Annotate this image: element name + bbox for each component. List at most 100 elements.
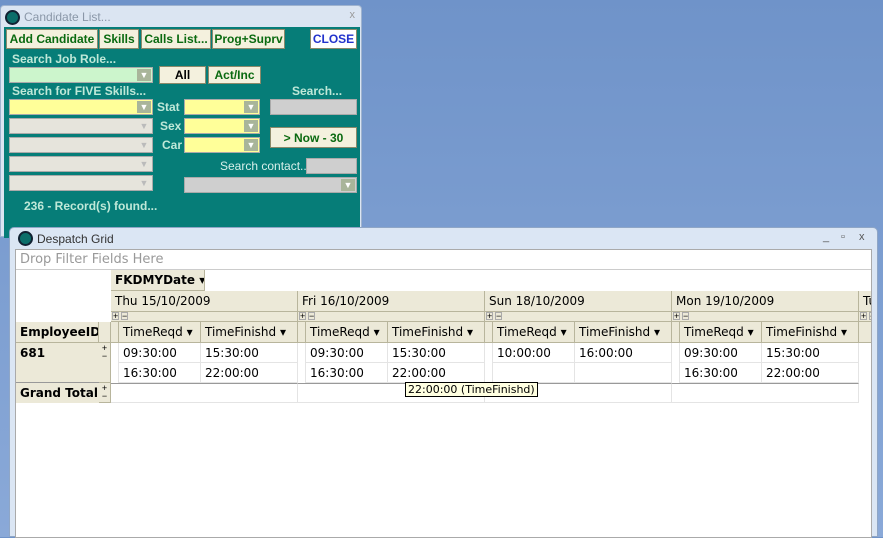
measure-header[interactable]: TimeFinishd ▾	[575, 322, 672, 343]
data-cell[interactable]: 15:30:00	[201, 343, 298, 363]
row-expand-collapse[interactable]: + −	[99, 343, 111, 383]
header-spacer	[99, 322, 111, 343]
chevron-down-icon: ▼	[137, 158, 151, 170]
car-combo[interactable]: ▼	[184, 137, 260, 153]
window-title: Candidate List...	[5, 8, 111, 26]
date-header: Mon 19/10/2009	[672, 291, 859, 312]
spacer	[298, 322, 306, 343]
add-candidate-button[interactable]: Add Candidate	[6, 29, 98, 49]
measure-header	[859, 322, 871, 343]
title-text: Candidate List...	[24, 10, 111, 24]
grand-total-label: Grand Total	[16, 383, 99, 403]
column-field-fkdmydate[interactable]: FKDMYDate ▾	[111, 270, 205, 291]
data-cell[interactable]: 09:30:00	[119, 343, 201, 363]
skills-button[interactable]: Skills	[99, 29, 139, 49]
sex-combo[interactable]: ▼	[184, 118, 260, 134]
car-label: Car	[162, 138, 183, 152]
data-cell[interactable]: 10:00:00	[493, 343, 575, 363]
spacer	[485, 322, 493, 343]
spacer	[298, 343, 306, 383]
candidate-form: Add Candidate Skills Calls List... Prog+…	[4, 27, 360, 238]
data-cell[interactable]: 22:00:00	[762, 363, 859, 383]
grand-total-cell	[672, 383, 859, 403]
five-skills-label: Search for FIVE Skills...	[12, 84, 147, 98]
skill-combo-4[interactable]: ▼	[9, 156, 153, 172]
app-logo-icon	[5, 9, 20, 25]
measure-header[interactable]: TimeReqd ▾	[680, 322, 762, 343]
date-header: Tu	[859, 291, 871, 312]
data-cell[interactable]: 09:30:00	[306, 343, 388, 363]
search-label: Search...	[292, 84, 343, 98]
date-header: Thu 15/10/2009	[111, 291, 298, 312]
spacer	[672, 322, 680, 343]
search-input[interactable]	[270, 99, 357, 115]
job-role-combo[interactable]: ▼	[9, 67, 153, 83]
row-label-681: 681	[16, 343, 99, 383]
candidate-list-window: Candidate List... x Add Candidate Skills…	[0, 5, 362, 238]
skill-combo-5[interactable]: ▼	[9, 175, 153, 191]
spacer	[485, 343, 493, 383]
data-cell[interactable]: 15:30:00	[388, 343, 485, 363]
skill-combo-3[interactable]: ▼	[9, 137, 153, 153]
measure-header[interactable]: TimeReqd ▾	[493, 322, 575, 343]
grand-total-cell	[111, 383, 298, 403]
stat-combo[interactable]: ▼	[184, 99, 260, 115]
chevron-down-icon: ▼	[137, 177, 151, 189]
close-icon[interactable]: x	[350, 9, 356, 21]
maximize-button[interactable]: ▫	[841, 231, 845, 243]
chevron-down-icon: ▼	[137, 101, 151, 113]
contact-combo[interactable]: ▼	[184, 177, 357, 193]
minimize-button[interactable]: _	[823, 231, 829, 243]
prog-suprv-button[interactable]: Prog+Suprv	[212, 29, 285, 49]
data-cell[interactable]: 16:30:00	[680, 363, 762, 383]
date-expand-collapse[interactable]: +−	[485, 312, 672, 322]
job-role-label: Search Job Role...	[12, 52, 117, 66]
filter-drop-zone[interactable]: Drop Filter Fields Here	[16, 250, 871, 270]
data-cell[interactable]: 22:00:00	[201, 363, 298, 383]
measure-header[interactable]: TimeFinishd ▾	[762, 322, 859, 343]
data-cell[interactable]: 22:00:00	[388, 363, 485, 383]
window-title: Despatch Grid	[18, 231, 114, 246]
date-header: Fri 16/10/2009	[298, 291, 485, 312]
chevron-down-icon: ▼	[137, 69, 151, 81]
date-expand-collapse[interactable]: +−	[111, 312, 298, 322]
data-cell[interactable]: 16:00:00	[575, 343, 672, 363]
grand-total-expand-collapse[interactable]: + −	[99, 383, 111, 403]
skill-combo-2[interactable]: ▼	[9, 118, 153, 134]
data-cell[interactable]: 15:30:00	[762, 343, 859, 363]
spacer	[672, 343, 680, 383]
calls-list-button[interactable]: Calls List...	[141, 29, 211, 49]
date-expand-collapse[interactable]: +−	[298, 312, 485, 322]
chevron-down-icon: ▼	[244, 101, 258, 113]
act-inc-button[interactable]: Act/Inc	[208, 66, 261, 84]
date-header: Sun 18/10/2009	[485, 291, 672, 312]
title-text: Despatch Grid	[37, 231, 114, 246]
cell-tooltip: 22:00:00 (TimeFinishd)	[405, 382, 538, 397]
all-button[interactable]: All	[159, 66, 206, 84]
search-contact-label: Search contact...	[220, 159, 311, 173]
chevron-down-icon: ▼	[341, 179, 355, 191]
spacer	[111, 343, 119, 383]
date-expand-collapse[interactable]: +−	[672, 312, 859, 322]
date-expand-collapse[interactable]: +−	[859, 312, 871, 322]
close-button[interactable]: CLOSE	[310, 29, 357, 49]
data-cell[interactable]	[575, 363, 672, 383]
spacer	[111, 322, 119, 343]
skill-combo-1[interactable]: ▼	[9, 99, 153, 115]
sex-label: Sex	[160, 119, 182, 133]
data-cell[interactable]: 16:30:00	[306, 363, 388, 383]
close-button[interactable]: x	[859, 231, 865, 243]
row-field-employeeid[interactable]: EmployeeID ▾	[16, 322, 99, 343]
measure-header[interactable]: TimeFinishd ▾	[201, 322, 298, 343]
measure-header[interactable]: TimeFinishd ▾	[388, 322, 485, 343]
chevron-down-icon: ▼	[137, 139, 151, 151]
search-contact-input[interactable]	[306, 158, 357, 174]
data-cell[interactable]	[493, 363, 575, 383]
measure-header[interactable]: TimeReqd ▾	[306, 322, 388, 343]
chevron-down-icon: ▼	[244, 139, 258, 151]
data-cell[interactable]: 16:30:00	[119, 363, 201, 383]
measure-header[interactable]: TimeReqd ▾	[119, 322, 201, 343]
data-cell[interactable]: 09:30:00	[680, 343, 762, 363]
chevron-down-icon: ▼	[137, 120, 151, 132]
now-30-button[interactable]: > Now - 30	[270, 127, 357, 148]
